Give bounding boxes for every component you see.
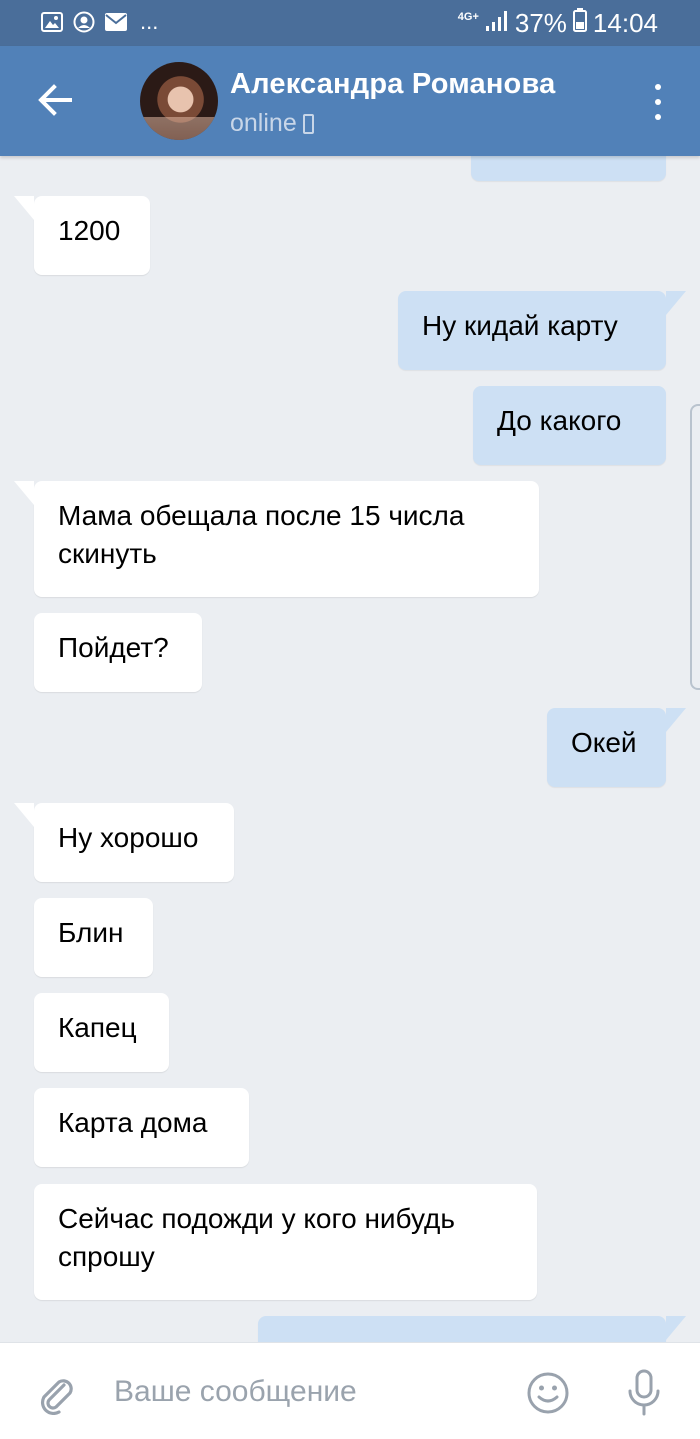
voice-message-button[interactable] [624,1369,664,1417]
chat-header: Александра Романова online [0,46,700,156]
message-text: Мама обещала после 15 числа скинуть [58,500,465,569]
message-bubble-outgoing[interactable]: Ну кидай карту [398,291,686,370]
contact-name[interactable]: Александра Романова [230,68,555,101]
mail-notification-icon [104,10,128,34]
message-text: Капец [58,1012,137,1043]
battery-icon [572,8,587,39]
message-bubble-incoming[interactable]: 1200 [14,196,150,275]
message-text: Сейчас подожди у кого нибудь спрошу [58,1203,455,1272]
more-notifications: ... [140,9,159,34]
account-notification-icon [72,10,96,34]
message-bubble-incoming[interactable]: Ну хорошо [14,803,234,882]
online-status-label: online [230,109,297,137]
message-bubble-incoming[interactable]: Мама обещала после 15 числа скинуть [14,481,539,597]
message-input-bar [0,1342,700,1439]
message-bubble-outgoing[interactable]: До какого [473,386,666,465]
paperclip-icon [40,1379,73,1416]
message-bubble-incoming[interactable]: Блин [34,898,153,977]
message-text: Ну хорошо [58,822,199,853]
more-options-button[interactable] [646,84,670,120]
message-text: Окей [571,727,637,758]
contact-status: online [230,109,314,138]
message-text: 1200 [58,215,121,246]
arrow-left-icon [38,84,72,116]
message-input[interactable] [112,1367,496,1417]
microphone-icon [628,1369,660,1416]
clock: 14:04 [592,8,658,38]
message-text: Пойдет? [58,632,169,663]
mobile-phone-icon [302,113,314,134]
emoji-button[interactable] [526,1371,570,1415]
kebab-menu-icon [655,84,661,90]
gallery-notification-icon [40,10,64,34]
message-bubble-incoming[interactable]: Сейчас подожди у кого нибудь спрошу [34,1184,537,1300]
message-bubble-incoming[interactable]: Пойдет? [34,613,202,692]
back-button[interactable] [34,82,78,118]
status-bar: ... 4G+ 37% 14:04 [0,0,700,46]
battery-percent: 37% [514,8,567,38]
network-type: 4G+ [457,11,479,23]
message-text: Блин [58,917,124,948]
avatar[interactable] [140,62,218,140]
message-text: Ну кидай карту [422,310,618,341]
message-bubble-incoming[interactable]: Капец [34,993,169,1072]
smiley-icon [527,1372,569,1414]
message-text: Карта дома [58,1107,208,1138]
scroll-edge [690,404,700,690]
attach-button[interactable] [34,1371,78,1416]
message-bubble-incoming[interactable]: Карта дома [34,1088,249,1167]
message-text: До какого [497,405,622,436]
signal-icon [485,8,509,39]
message-bubble-outgoing[interactable]: Окей [547,708,686,787]
